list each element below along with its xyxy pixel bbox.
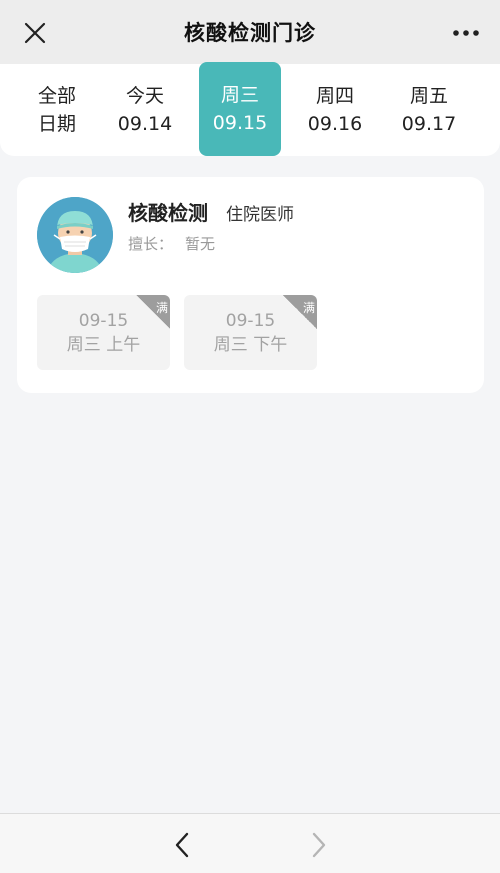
date-tab-date: 09.16 [307, 113, 363, 135]
date-tab-weekday: 周四 [315, 85, 354, 107]
date-tab-fri[interactable]: 周五 09.17 [388, 64, 470, 156]
full-badge-label: 满 [302, 301, 315, 315]
date-tab-weekday: 今天 [125, 85, 164, 107]
date-tab-date: 日期 [37, 113, 76, 135]
specialty-value: 暂无 [185, 235, 216, 253]
chevron-left-icon [175, 832, 189, 858]
date-tab-today[interactable]: 今天 09.14 [104, 64, 186, 156]
full-badge-label: 满 [155, 301, 168, 315]
page-title: 核酸检测门诊 [184, 21, 316, 45]
date-tab-date: 09.17 [401, 113, 457, 135]
slot-afternoon[interactable]: 09-15 周三 下午 满 [184, 295, 317, 370]
close-icon [24, 22, 46, 44]
bottom-nav-bar [0, 813, 500, 873]
doctor-card[interactable]: 核酸检测 住院医师 擅长： 暂无 09-15 周三 上午 满 09-15 周三 … [17, 177, 484, 393]
date-tab-weekday: 周三 [220, 84, 259, 106]
doctor-name: 核酸检测 [128, 201, 208, 225]
date-tab-date: 09.14 [117, 113, 173, 135]
more-button[interactable] [450, 18, 482, 48]
page: 核酸检测门诊 全部 日期 今天 09.14 周三 09.15 周四 09.16 [0, 0, 500, 873]
chevron-right-icon [312, 832, 326, 858]
specialty-label: 擅长： [128, 235, 174, 253]
date-tab-weekday: 周五 [409, 85, 448, 107]
date-tab-date: 09.15 [212, 112, 268, 134]
back-button[interactable] [167, 828, 197, 862]
date-tab-all[interactable]: 全部 日期 [16, 64, 98, 156]
slot-date: 09-15 [225, 310, 276, 331]
date-selector: 全部 日期 今天 09.14 周三 09.15 周四 09.16 周五 09.1… [0, 62, 500, 156]
date-tab-thu[interactable]: 周四 09.16 [294, 64, 376, 156]
title-bar: 核酸检测门诊 [0, 0, 500, 64]
slot-morning[interactable]: 09-15 周三 上午 满 [37, 295, 170, 370]
slot-date: 09-15 [78, 310, 129, 331]
date-tab-wed[interactable]: 周三 09.15 [199, 62, 281, 156]
forward-button[interactable] [304, 828, 334, 862]
date-tab-weekday: 全部 [37, 85, 76, 107]
doctor-avatar-icon [37, 197, 113, 273]
slot-period: 周三 下午 [213, 334, 288, 355]
close-button[interactable] [18, 16, 52, 50]
doctor-title: 住院医师 [226, 205, 294, 225]
slot-period: 周三 上午 [66, 334, 141, 355]
more-dots-icon [453, 30, 479, 36]
